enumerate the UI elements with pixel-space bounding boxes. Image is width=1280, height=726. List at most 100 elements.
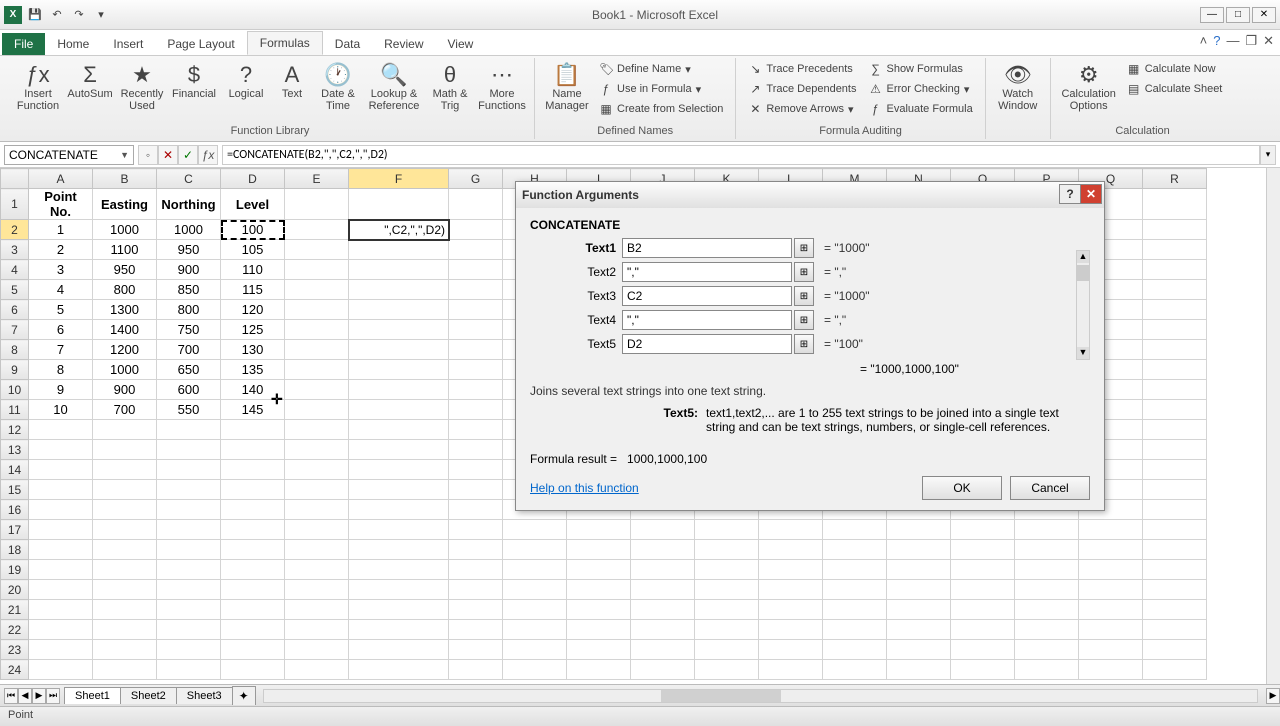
name-manager-button[interactable]: 📋Name Manager [543,60,591,114]
more-functions-button[interactable]: ⋯More Functions [478,60,526,114]
cell[interactable] [951,520,1015,540]
row-header[interactable]: 22 [1,620,29,640]
cell[interactable] [285,480,349,500]
cell[interactable] [157,420,221,440]
cell[interactable] [1143,660,1207,680]
cell[interactable] [221,560,285,580]
cell[interactable] [1143,260,1207,280]
column-header[interactable]: A [29,169,93,189]
cell[interactable] [449,440,503,460]
cell[interactable] [567,620,631,640]
argument-input[interactable] [622,262,792,282]
define-name-button[interactable]: 🏷Define Name ▾ [595,60,727,78]
cell[interactable] [449,260,503,280]
cell[interactable] [1143,300,1207,320]
hscroll-right-button[interactable]: ▶ [1266,688,1280,704]
cell[interactable] [93,480,157,500]
dialog-help-button[interactable]: ? [1059,184,1081,204]
cell[interactable] [759,660,823,680]
column-header[interactable]: C [157,169,221,189]
cell[interactable] [695,580,759,600]
cell[interactable] [503,540,567,560]
cell[interactable] [93,620,157,640]
cell[interactable] [349,520,449,540]
cell[interactable]: 700 [157,340,221,360]
cell[interactable] [349,640,449,660]
cell[interactable] [285,260,349,280]
cell[interactable]: 850 [157,280,221,300]
cell[interactable]: 700 [93,400,157,420]
column-header[interactable]: B [93,169,157,189]
cell[interactable] [349,260,449,280]
cell[interactable] [285,520,349,540]
cell[interactable]: 950 [93,260,157,280]
cell[interactable]: 1000 [157,220,221,240]
cell[interactable]: 950 [157,240,221,260]
cell[interactable] [349,400,449,420]
cell[interactable] [449,189,503,220]
cell[interactable]: 900 [157,260,221,280]
cell[interactable] [157,620,221,640]
cell[interactable]: Easting [93,189,157,220]
cell[interactable] [631,660,695,680]
cell[interactable] [695,660,759,680]
cell[interactable]: 130 [221,340,285,360]
cell[interactable] [93,520,157,540]
collapse-dialog-button[interactable]: ⊞ [794,238,814,258]
tab-data[interactable]: Data [323,33,372,55]
cell[interactable] [449,540,503,560]
cell[interactable] [349,540,449,560]
cell[interactable] [157,640,221,660]
cell[interactable] [823,660,887,680]
dialog-title-bar[interactable]: Function Arguments ? ✕ [516,182,1104,208]
row-header[interactable]: 16 [1,500,29,520]
row-header[interactable]: 1 [1,189,29,220]
cell[interactable] [1079,660,1143,680]
cell[interactable] [1079,640,1143,660]
cell[interactable] [221,500,285,520]
row-header[interactable]: 13 [1,440,29,460]
collapse-dialog-button[interactable]: ⊞ [794,262,814,282]
cell[interactable] [349,660,449,680]
cell[interactable] [631,640,695,660]
cell[interactable] [951,540,1015,560]
column-header[interactable]: R [1143,169,1207,189]
cell[interactable]: 7 [29,340,93,360]
calculate-sheet-button[interactable]: ▤Calculate Sheet [1123,80,1227,98]
cell[interactable] [695,600,759,620]
name-box[interactable]: CONCATENATE ▼ [4,145,134,165]
cancel-formula-button[interactable]: ✕ [158,145,178,165]
workbook-close-icon[interactable]: ✕ [1263,33,1274,49]
cell[interactable] [29,440,93,460]
cell[interactable] [285,460,349,480]
cell[interactable] [449,500,503,520]
cell[interactable] [567,540,631,560]
cell[interactable] [449,520,503,540]
workbook-restore-icon[interactable]: ❐ [1245,33,1257,49]
row-header[interactable]: 24 [1,660,29,680]
row-header[interactable]: 18 [1,540,29,560]
autosum-button[interactable]: ΣAutoSum [66,60,114,102]
cell[interactable] [951,580,1015,600]
cell[interactable] [449,640,503,660]
cell[interactable] [285,600,349,620]
cell[interactable] [887,560,951,580]
cell[interactable] [503,620,567,640]
cell[interactable] [759,520,823,540]
trace-dependents-button[interactable]: ↗Trace Dependents [744,80,860,98]
cell[interactable] [759,540,823,560]
cell[interactable] [1079,540,1143,560]
cell[interactable] [887,600,951,620]
vertical-scrollbar[interactable] [1266,168,1280,684]
cell[interactable] [349,240,449,260]
cell[interactable]: 100 [221,220,285,240]
cell[interactable]: 140 [221,380,285,400]
cell[interactable] [823,600,887,620]
cell[interactable] [349,580,449,600]
cell[interactable]: 8 [29,360,93,380]
cell[interactable] [1015,640,1079,660]
cell[interactable]: 115 [221,280,285,300]
cell[interactable] [1143,480,1207,500]
cell[interactable] [887,660,951,680]
row-header[interactable]: 21 [1,600,29,620]
